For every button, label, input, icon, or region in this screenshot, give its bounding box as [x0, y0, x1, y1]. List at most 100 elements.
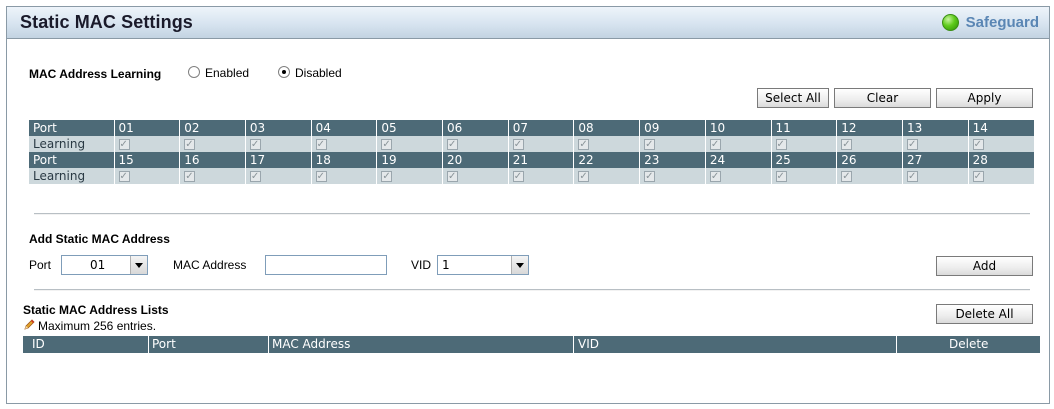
port-number-10: 10: [704, 120, 772, 136]
learning-checkbox-26[interactable]: [841, 169, 853, 184]
learning-checkbox-17[interactable]: [249, 169, 261, 184]
port-number-12: 12: [836, 120, 903, 136]
port-number-13: 13: [901, 120, 969, 136]
learning-checkbox-20[interactable]: [447, 169, 459, 184]
port-number-26: 26: [836, 152, 903, 168]
port-number-06: 06: [442, 120, 509, 136]
mac-list-header: ID Port MAC Address VID Delete: [23, 336, 1040, 353]
select-all-button[interactable]: Select All: [757, 88, 829, 108]
learning-checkbox-01[interactable]: [118, 137, 130, 152]
port-number-28: 28: [967, 152, 1034, 168]
learning-row: Learning: [29, 136, 1034, 152]
learning-checkbox-18[interactable]: [315, 169, 327, 184]
apply-button[interactable]: Apply: [936, 88, 1033, 108]
col-port: Port: [152, 337, 176, 351]
learning-checkbox-06[interactable]: [447, 137, 459, 152]
port-number-08: 08: [573, 120, 640, 136]
mac-list-heading: Static MAC Address Lists: [23, 303, 169, 317]
learning-checkbox-25[interactable]: [775, 169, 787, 184]
port-number-15: 15: [113, 152, 180, 168]
learning-checkbox-03[interactable]: [249, 137, 261, 152]
learning-checkbox-15[interactable]: [118, 169, 130, 184]
learning-disabled-label: Disabled: [295, 66, 342, 80]
port-row: Port 15 16 17 18 19 20 21 22 23 24 25 26 27 28: [29, 152, 1034, 168]
vid-label: VID: [411, 258, 432, 272]
port-number-09: 09: [639, 120, 706, 136]
mac-address-input[interactable]: [265, 255, 387, 275]
learning-checkbox-28[interactable]: [972, 169, 984, 184]
port-number-20: 20: [442, 152, 509, 168]
learning-checkbox-22[interactable]: [578, 169, 590, 184]
max-entries-note: Maximum 256 entries.: [23, 319, 156, 333]
port-number-07: 07: [507, 120, 574, 136]
port-number-25: 25: [770, 152, 837, 168]
max-entries-text: Maximum 256 entries.: [38, 319, 157, 333]
learning-checkbox-05[interactable]: [381, 137, 393, 152]
port-number-18: 18: [310, 152, 377, 168]
learning-checkbox-09[interactable]: [644, 137, 656, 152]
separator-1: [34, 213, 1030, 215]
mac-learning-label: MAC Address Learning: [29, 67, 162, 81]
learning-enabled-label: Enabled: [205, 66, 250, 80]
learning-checkbox-19[interactable]: [381, 169, 393, 184]
add-button[interactable]: Add: [936, 256, 1033, 276]
port-number-02: 02: [179, 120, 246, 136]
learning-checkbox-21[interactable]: [512, 169, 524, 184]
port-number-24: 24: [704, 152, 772, 168]
chevron-down-icon: [511, 256, 528, 274]
learning-disabled-radio[interactable]: [278, 66, 290, 78]
learning-checkbox-07[interactable]: [512, 137, 524, 152]
port-label: Port: [29, 258, 52, 272]
learning-checkbox-14[interactable]: [972, 137, 984, 152]
learning-checkbox-12[interactable]: [841, 137, 853, 152]
col-mac-address: MAC Address: [272, 337, 351, 351]
port-number-22: 22: [573, 152, 640, 168]
safeguard-label: Safeguard: [965, 14, 1039, 31]
port-number-14: 14: [967, 120, 1034, 136]
col-delete: Delete: [949, 337, 989, 351]
port-learning-table: Port 01 02 03 04 05 06 07 08 09 10 11 12 13 14 Learning…: [29, 120, 1034, 184]
vid-select[interactable]: 1: [437, 255, 529, 275]
safeguard-status: Safeguard: [941, 14, 1039, 31]
add-static-mac-heading: Add Static MAC Address: [29, 232, 170, 246]
port-select-value: 01: [90, 258, 106, 272]
learning-checkbox-23[interactable]: [644, 169, 656, 184]
port-number-21: 21: [507, 152, 574, 168]
port-number-27: 27: [901, 152, 969, 168]
vid-select-value: 1: [442, 258, 450, 272]
learning-checkbox-11[interactable]: [775, 137, 787, 152]
learning-row-label: Learning: [29, 136, 114, 152]
status-dot-icon: [941, 14, 959, 31]
port-number-01: 01: [113, 120, 180, 136]
mac-address-label: MAC Address: [173, 258, 247, 272]
learning-checkbox-04[interactable]: [315, 137, 327, 152]
port-number-17: 17: [244, 152, 312, 168]
learning-checkbox-08[interactable]: [578, 137, 590, 152]
col-vid: VID: [578, 337, 599, 351]
port-number-19: 19: [376, 152, 443, 168]
learning-enabled-radio[interactable]: [188, 66, 200, 78]
pencil-icon: [23, 319, 35, 331]
learning-checkbox-27[interactable]: [906, 169, 918, 184]
col-id: ID: [32, 337, 45, 351]
port-select[interactable]: 01: [61, 255, 148, 275]
learning-checkbox-10[interactable]: [709, 137, 721, 152]
port-number-23: 23: [639, 152, 706, 168]
separator-2: [34, 289, 1030, 291]
learning-checkbox-24[interactable]: [709, 169, 721, 184]
port-row: Port 01 02 03 04 05 06 07 08 09 10 11 12 13 14: [29, 120, 1034, 136]
learning-checkbox-13[interactable]: [906, 137, 918, 152]
port-number-03: 03: [244, 120, 312, 136]
chevron-down-icon: [130, 256, 147, 274]
delete-all-button[interactable]: Delete All: [936, 304, 1033, 324]
learning-checkbox-02[interactable]: [184, 137, 196, 152]
port-number-16: 16: [179, 152, 246, 168]
title-bar: Static MAC Settings Safeguard: [7, 7, 1049, 39]
port-row-label: Port: [29, 120, 114, 136]
learning-row: Learning: [29, 168, 1034, 184]
clear-button[interactable]: Clear: [834, 88, 931, 108]
port-number-04: 04: [310, 120, 377, 136]
learning-row-label: Learning: [29, 168, 114, 184]
learning-checkbox-16[interactable]: [184, 169, 196, 184]
port-row-label: Port: [29, 152, 114, 168]
